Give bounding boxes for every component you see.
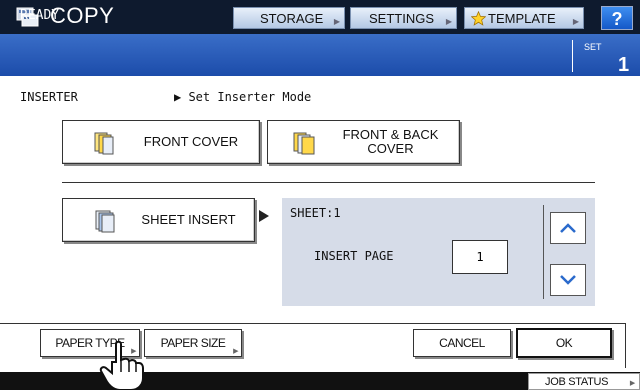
star-icon <box>471 10 486 26</box>
sheet-insert-icon <box>95 210 115 233</box>
sheet-insert-button[interactable]: SHEET INSERT <box>62 198 255 242</box>
set-label: SET <box>584 42 602 52</box>
bottom-divider <box>0 323 625 324</box>
app-title: COPY <box>50 3 115 28</box>
panel-divider <box>543 205 544 299</box>
sheet-insert-label: SHEET INSERT <box>141 212 236 227</box>
paper-size-button[interactable]: PAPER SIZE ▶ <box>144 329 242 357</box>
set-count: 1 <box>618 54 630 76</box>
front-back-cover-button[interactable]: FRONT & BACK COVER <box>267 120 460 164</box>
set-divider <box>572 40 573 72</box>
section-divider <box>62 182 595 183</box>
submenu-arrow-icon: ▶ <box>233 348 238 355</box>
page-up-button[interactable] <box>550 212 586 244</box>
tab-storage-label: STORAGE <box>260 10 324 26</box>
submenu-arrow-icon: ▶ <box>572 17 579 26</box>
job-status-button[interactable]: JOB STATUS ▶ <box>528 373 640 390</box>
tab-template-label: TEMPLATE <box>488 10 556 26</box>
help-button[interactable]: ? <box>601 6 633 30</box>
insert-page-field[interactable]: 1 <box>452 240 508 274</box>
job-status-label: JOB STATUS <box>545 375 609 388</box>
hand-pointer-icon <box>99 340 144 390</box>
tab-settings-label: SETTINGS <box>369 10 435 26</box>
chevron-down-icon <box>560 275 576 285</box>
front-back-cover-label-line1: FRONT & BACK <box>342 127 439 142</box>
section-title: INSERTER <box>20 90 78 104</box>
submenu-arrow-icon: ▶ <box>445 17 452 26</box>
ok-button[interactable]: OK <box>516 328 612 358</box>
front-cover-icon <box>94 132 114 155</box>
right-divider <box>625 323 626 368</box>
front-cover-label: FRONT COVER <box>143 134 239 149</box>
submenu-arrow-icon: ▶ <box>333 17 340 26</box>
cancel-button[interactable]: CANCEL <box>413 329 511 357</box>
chevron-up-icon <box>560 223 576 233</box>
tab-settings[interactable]: SETTINGS ▶ <box>350 7 457 29</box>
tab-template[interactable]: TEMPLATE ▶ <box>464 7 584 29</box>
front-back-cover-icon <box>293 132 315 155</box>
page-down-button[interactable] <box>550 264 586 296</box>
tab-storage[interactable]: STORAGE ▶ <box>233 7 345 29</box>
paper-size-label: PAPER SIZE <box>160 336 226 350</box>
selection-arrow-icon <box>259 210 269 222</box>
front-back-cover-label-line2: COVER <box>367 141 414 156</box>
submenu-arrow-icon: ▶ <box>629 380 635 387</box>
front-back-cover-label: FRONT & BACK COVER <box>328 121 453 163</box>
insert-page-label: INSERT PAGE <box>314 249 394 263</box>
sheet-label: SHEET:1 <box>290 206 341 220</box>
mode-title: ▶ Set Inserter Mode <box>174 90 312 104</box>
front-cover-button[interactable]: FRONT COVER <box>62 120 260 164</box>
status-bar <box>0 34 640 76</box>
status-message: READY <box>20 8 60 23</box>
